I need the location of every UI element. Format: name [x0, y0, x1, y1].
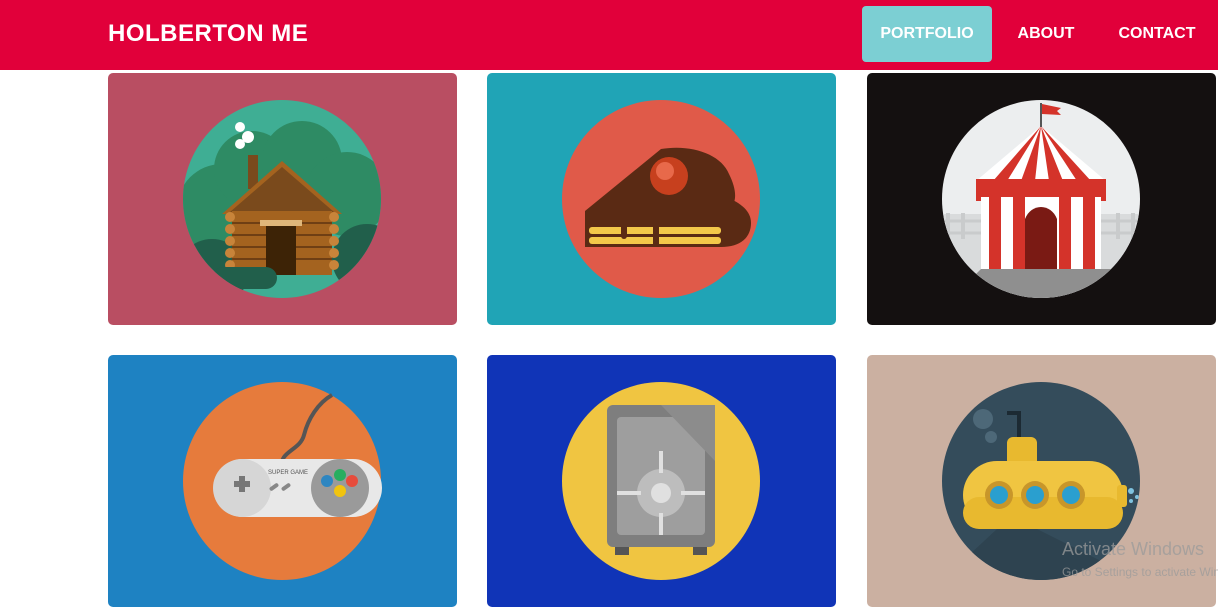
- portfolio-card-circus[interactable]: [867, 73, 1216, 325]
- nav-link-portfolio[interactable]: PORTFOLIO: [862, 6, 992, 62]
- navbar: HOLBERTON ME PORTFOLIO ABOUT CONTACT: [0, 0, 1218, 70]
- controller-label: SUPER GAME: [268, 470, 308, 476]
- nav-link-contact[interactable]: CONTACT: [1104, 6, 1210, 62]
- cake-slice-icon: [562, 100, 760, 298]
- portfolio-card-cake[interactable]: [487, 73, 836, 325]
- portfolio-card-cabin[interactable]: [108, 73, 457, 325]
- safe-icon: [562, 382, 760, 580]
- activate-windows-subtitle: Go to Settings to activate Windows.: [1062, 565, 1218, 579]
- portfolio-card-safe[interactable]: [487, 355, 836, 607]
- activate-windows-title: Activate Windows: [1062, 539, 1205, 559]
- brand-title[interactable]: HOLBERTON ME: [108, 20, 308, 48]
- log-cabin-icon: [183, 100, 381, 298]
- circus-tent-icon: [942, 100, 1140, 298]
- portfolio-card-controller[interactable]: SUPER GAME: [108, 355, 457, 607]
- game-controller-icon: SUPER GAME: [183, 382, 382, 580]
- nav-link-about[interactable]: ABOUT: [1004, 6, 1088, 62]
